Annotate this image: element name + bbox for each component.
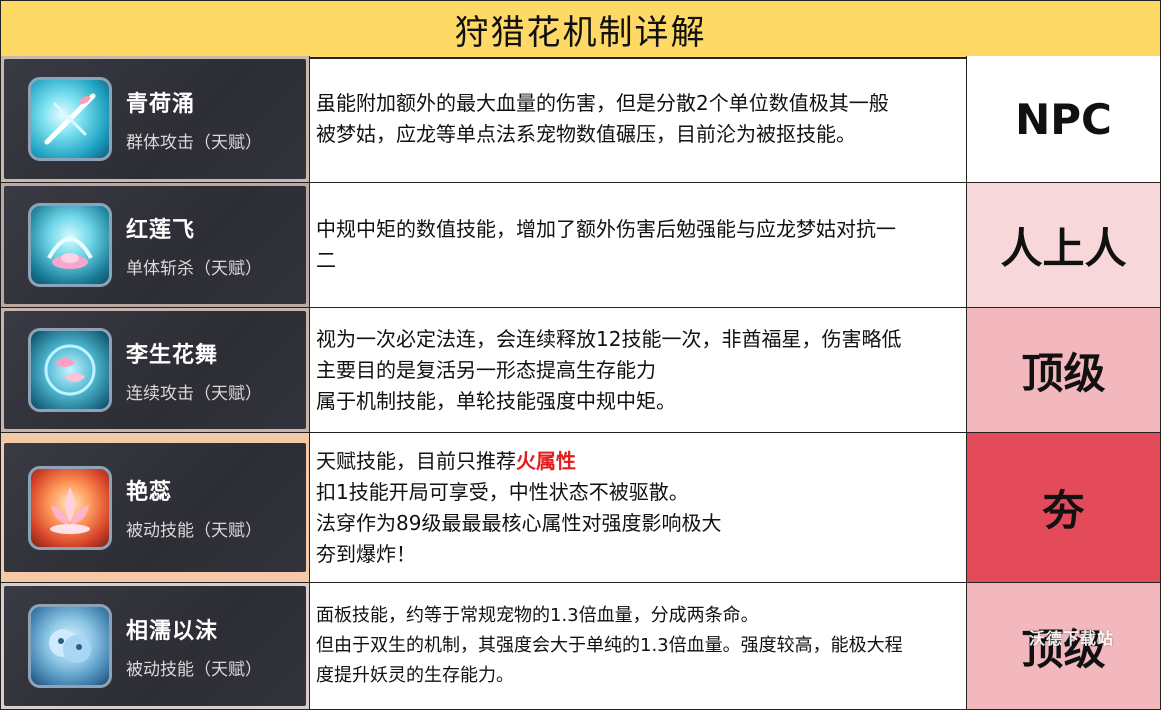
skill-name: 青荷涌 bbox=[126, 91, 196, 117]
description-line: 天赋技能，目前只推荐火属性 bbox=[316, 446, 960, 477]
description-line: 夯到爆炸！ bbox=[316, 541, 416, 566]
description-line: 被梦姑，应龙等单点法系宠物数值碾压，目前沦为被抠技能。 bbox=[316, 122, 856, 146]
rating-label: 顶级 bbox=[1021, 348, 1106, 398]
skill-card: 李生花舞 连续攻击（天赋） bbox=[4, 311, 306, 429]
highlight-text: 火属性 bbox=[516, 448, 576, 473]
table-row: 青荷涌 群体攻击（天赋） 虽能附加额外的最大血量的伤害，但是分散2个单位数值极其… bbox=[0, 56, 1161, 183]
table-row: 艳蕊 被动技能（天赋） 天赋技能，目前只推荐火属性 扣1技能开局可享受，中性状态… bbox=[0, 433, 1161, 583]
table-row: 李生花舞 连续攻击（天赋） 视为一次必定法连，会连续释放12技能一次，非酋福星，… bbox=[0, 308, 1161, 433]
description-line: 法穿作为89级最最最核心属性对强度影响极大 bbox=[316, 510, 722, 535]
skill-name: 红莲飞 bbox=[126, 217, 196, 243]
description-line: 二 bbox=[316, 248, 336, 272]
skill-cell: 相濡以沫 被动技能（天赋） bbox=[0, 583, 310, 709]
description-line: 但由于双生的机制，其强度会大于单纯的1.3倍血量。强度较高，能极大程 bbox=[316, 635, 903, 656]
description-text: 天赋技能，目前只推荐 bbox=[316, 448, 516, 473]
skill-card: 青荷涌 群体攻击（天赋） bbox=[4, 59, 306, 179]
skill-cell: 艳蕊 被动技能（天赋） bbox=[0, 433, 310, 582]
description-line: 扣1技能开局可享受，中性状态不被驱散。 bbox=[316, 479, 689, 504]
description-line: 中规中矩的数值技能，增加了额外伤害后勉强能与应龙梦姑对抗一 bbox=[316, 217, 896, 241]
skill-card: 红莲飞 单体斩杀（天赋） bbox=[4, 186, 306, 304]
rating-cell: 顶级 沃德下载站 bbox=[967, 583, 1161, 709]
skill-type: 连续攻击（天赋） bbox=[126, 383, 262, 404]
skill-name: 相濡以沫 bbox=[126, 618, 219, 644]
skill-card: 相濡以沫 被动技能（天赋） bbox=[4, 586, 306, 706]
table-title: 狩猎花机制详解 bbox=[0, 0, 1161, 59]
description-cell: 天赋技能，目前只推荐火属性 扣1技能开局可享受，中性状态不被驱散。 法穿作为89… bbox=[310, 433, 967, 582]
description-cell: 虽能附加额外的最大血量的伤害，但是分散2个单位数值极其一般 被梦姑，应龙等单点法… bbox=[310, 56, 967, 182]
description-cell: 面板技能，约等于常规宠物的1.3倍血量，分成两条命。 但由于双生的机制，其强度会… bbox=[310, 583, 967, 709]
rating-cell: NPC bbox=[967, 56, 1161, 182]
skill-cell: 青荷涌 群体攻击（天赋） bbox=[0, 56, 310, 182]
rating-cell: 人上人 bbox=[967, 183, 1161, 307]
description-line: 属于机制技能，单轮技能强度中规中矩。 bbox=[316, 388, 676, 413]
skill-card: 艳蕊 被动技能（天赋） bbox=[4, 443, 306, 572]
skill-name: 艳蕊 bbox=[126, 480, 173, 505]
rating-label: 人上人 bbox=[1000, 223, 1127, 273]
twin-fish-icon bbox=[28, 328, 112, 412]
table-row: 红莲飞 单体斩杀（天赋） 中规中矩的数值技能，增加了额外伤害后勉强能与应龙梦姑对… bbox=[0, 183, 1161, 308]
description-line: 视为一次必定法连，会连续释放12技能一次，非酋福星，伤害略低 bbox=[316, 326, 902, 351]
table-row: 相濡以沫 被动技能（天赋） 面板技能，约等于常规宠物的1.3倍血量，分成两条命。… bbox=[0, 583, 1161, 710]
skill-type: 被动技能（天赋） bbox=[126, 521, 262, 541]
description-cell: 视为一次必定法连，会连续释放12技能一次，非酋福星，伤害略低 主要目的是复活另一… bbox=[310, 308, 967, 432]
skill-type: 群体攻击（天赋） bbox=[126, 132, 262, 153]
description-line: 度提升妖灵的生存能力。 bbox=[316, 665, 514, 686]
rating-label: 夯 bbox=[1042, 486, 1085, 535]
skill-type: 被动技能（天赋） bbox=[126, 659, 262, 680]
description-line: 主要目的是复活另一形态提高生存能力 bbox=[316, 357, 656, 382]
skill-table: 狩猎花机制详解 青荷涌 群体攻击（天赋） 虽能附加额外的最大血量的伤害，但是分散… bbox=[0, 0, 1161, 711]
twin-spirit-icon bbox=[28, 604, 112, 688]
description-line: 虽能附加额外的最大血量的伤害，但是分散2个单位数值极其一般 bbox=[316, 91, 889, 115]
skill-type: 单体斩杀（天赋） bbox=[126, 258, 262, 279]
fire-lotus-icon bbox=[28, 465, 112, 550]
skill-name: 李生花舞 bbox=[126, 342, 219, 368]
lotus-water-icon bbox=[28, 203, 112, 287]
skill-cell: 红莲飞 单体斩杀（天赋） bbox=[0, 183, 310, 307]
skill-cell: 李生花舞 连续攻击（天赋） bbox=[0, 308, 310, 432]
rating-cell: 顶级 bbox=[967, 308, 1161, 432]
description-cell: 中规中矩的数值技能，增加了额外伤害后勉强能与应龙梦姑对抗一 二 bbox=[310, 183, 967, 307]
rating-cell: 夯 bbox=[967, 433, 1161, 582]
rating-label: NPC bbox=[1015, 94, 1112, 144]
watermark: 沃德下载站 bbox=[1028, 629, 1114, 648]
description-line: 面板技能，约等于常规宠物的1.3倍血量，分成两条命。 bbox=[316, 605, 759, 626]
water-slash-icon bbox=[28, 77, 112, 161]
